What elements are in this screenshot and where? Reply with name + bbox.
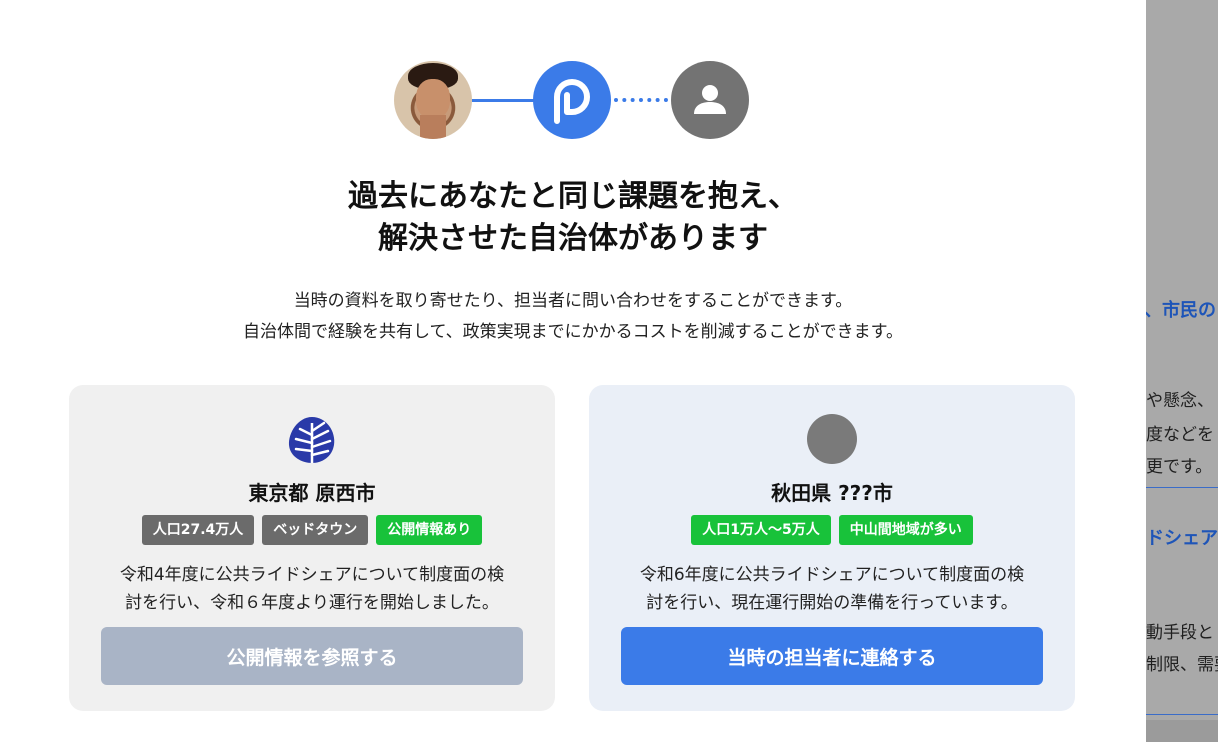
background-heading-1: 、市民の bbox=[1146, 300, 1216, 321]
municipality-card-haranishi: 東京都 原西市 人口27.4万人 ベッドタウン 公開情報あり 令和4年度に公共ラ… bbox=[69, 385, 555, 711]
municipality-emblem-icon bbox=[288, 417, 335, 463]
tag-list: 人口1万人〜5万人 中山間地域が多い bbox=[589, 515, 1075, 545]
connector-line bbox=[472, 99, 534, 102]
municipality-emblem-placeholder bbox=[807, 414, 857, 464]
background-divider-2 bbox=[1146, 714, 1218, 715]
municipality-name: 東京都 原西市 bbox=[248, 481, 376, 505]
tag-population: 人口27.4万人 bbox=[141, 515, 255, 545]
case-description: 令和4年度に公共ライドシェアについて制度面の検 討を行い、令和６年度より運行を開… bbox=[89, 561, 535, 617]
headline-line-2: 解決させた自治体があります bbox=[378, 221, 768, 256]
connection-graphic bbox=[392, 60, 752, 142]
headline-line-1: 過去にあなたと同じ課題を抱え、 bbox=[348, 179, 798, 214]
tag-list: 人口27.4万人 ベッドタウン 公開情報あり bbox=[69, 515, 555, 545]
brand-logo-icon bbox=[533, 61, 611, 139]
user-avatar bbox=[394, 61, 472, 139]
tag-population: 人口1万人〜5万人 bbox=[691, 515, 831, 545]
case-description-line-2: 討を行い、現在運行開始の準備を行っています。 bbox=[646, 593, 1018, 613]
tag-bedtown: ベッドタウン bbox=[262, 515, 369, 545]
municipality-name: 秋田県 ???市 bbox=[771, 481, 893, 505]
tag-mountain-area: 中山間地域が多い bbox=[838, 515, 973, 545]
person-icon bbox=[671, 61, 749, 139]
modal-headline: 過去にあなたと同じ課題を抱え、 解決させた自治体があります bbox=[0, 176, 1146, 260]
background-text-4: 動手段と bbox=[1146, 623, 1214, 643]
description-line-1: 当時の資料を取り寄せたり、担当者に問い合わせをすることができます。 bbox=[293, 291, 853, 311]
avatar-face bbox=[416, 79, 450, 119]
avatar-neck bbox=[420, 115, 446, 139]
case-description-line-1: 令和6年度に公共ライドシェアについて制度面の検 bbox=[639, 565, 1025, 585]
background-heading-2: ドシェア bbox=[1146, 528, 1218, 549]
case-description-line-1: 令和4年度に公共ライドシェアについて制度面の検 bbox=[119, 565, 505, 585]
match-modal: 過去にあなたと同じ課題を抱え、 解決させた自治体があります 当時の資料を取り寄せ… bbox=[0, 0, 1146, 742]
case-description: 令和6年度に公共ライドシェアについて制度面の検 討を行い、現在運行開始の準備を行… bbox=[609, 561, 1055, 617]
case-description-line-2: 討を行い、令和６年度より運行を開始しました。 bbox=[125, 593, 499, 613]
tag-public-info: 公開情報あり bbox=[376, 515, 483, 545]
background-text-1: や懸念、 bbox=[1146, 391, 1214, 411]
description-line-2: 自治体間で経験を共有して、政策実現までにかかるコストを削減することができます。 bbox=[243, 322, 903, 342]
connector-dotted-line bbox=[614, 98, 668, 102]
background-divider bbox=[1146, 487, 1218, 488]
contact-officer-button[interactable]: 当時の担当者に連絡する bbox=[621, 627, 1043, 685]
brand-logo-glyph bbox=[554, 79, 590, 124]
background-sheet: 、市民の や懸念、 度などを 更です。 ドシェア 動手段と 制限、需要 bbox=[1146, 0, 1218, 720]
municipality-card-akita: 秋田県 ???市 人口1万人〜5万人 中山間地域が多い 令和6年度に公共ライドシ… bbox=[589, 385, 1075, 711]
background-text-3: 更です。 bbox=[1146, 457, 1213, 477]
person-glyph bbox=[694, 85, 726, 114]
background-text-5: 制限、需要 bbox=[1146, 655, 1218, 675]
modal-description: 当時の資料を取り寄せたり、担当者に問い合わせをすることができます。 自治体間で経… bbox=[0, 286, 1146, 348]
view-public-info-button[interactable]: 公開情報を参照する bbox=[101, 627, 523, 685]
background-page: 、市民の や懸念、 度などを 更です。 ドシェア 動手段と 制限、需要 bbox=[1146, 0, 1218, 742]
background-text-2: 度などを bbox=[1146, 425, 1214, 445]
